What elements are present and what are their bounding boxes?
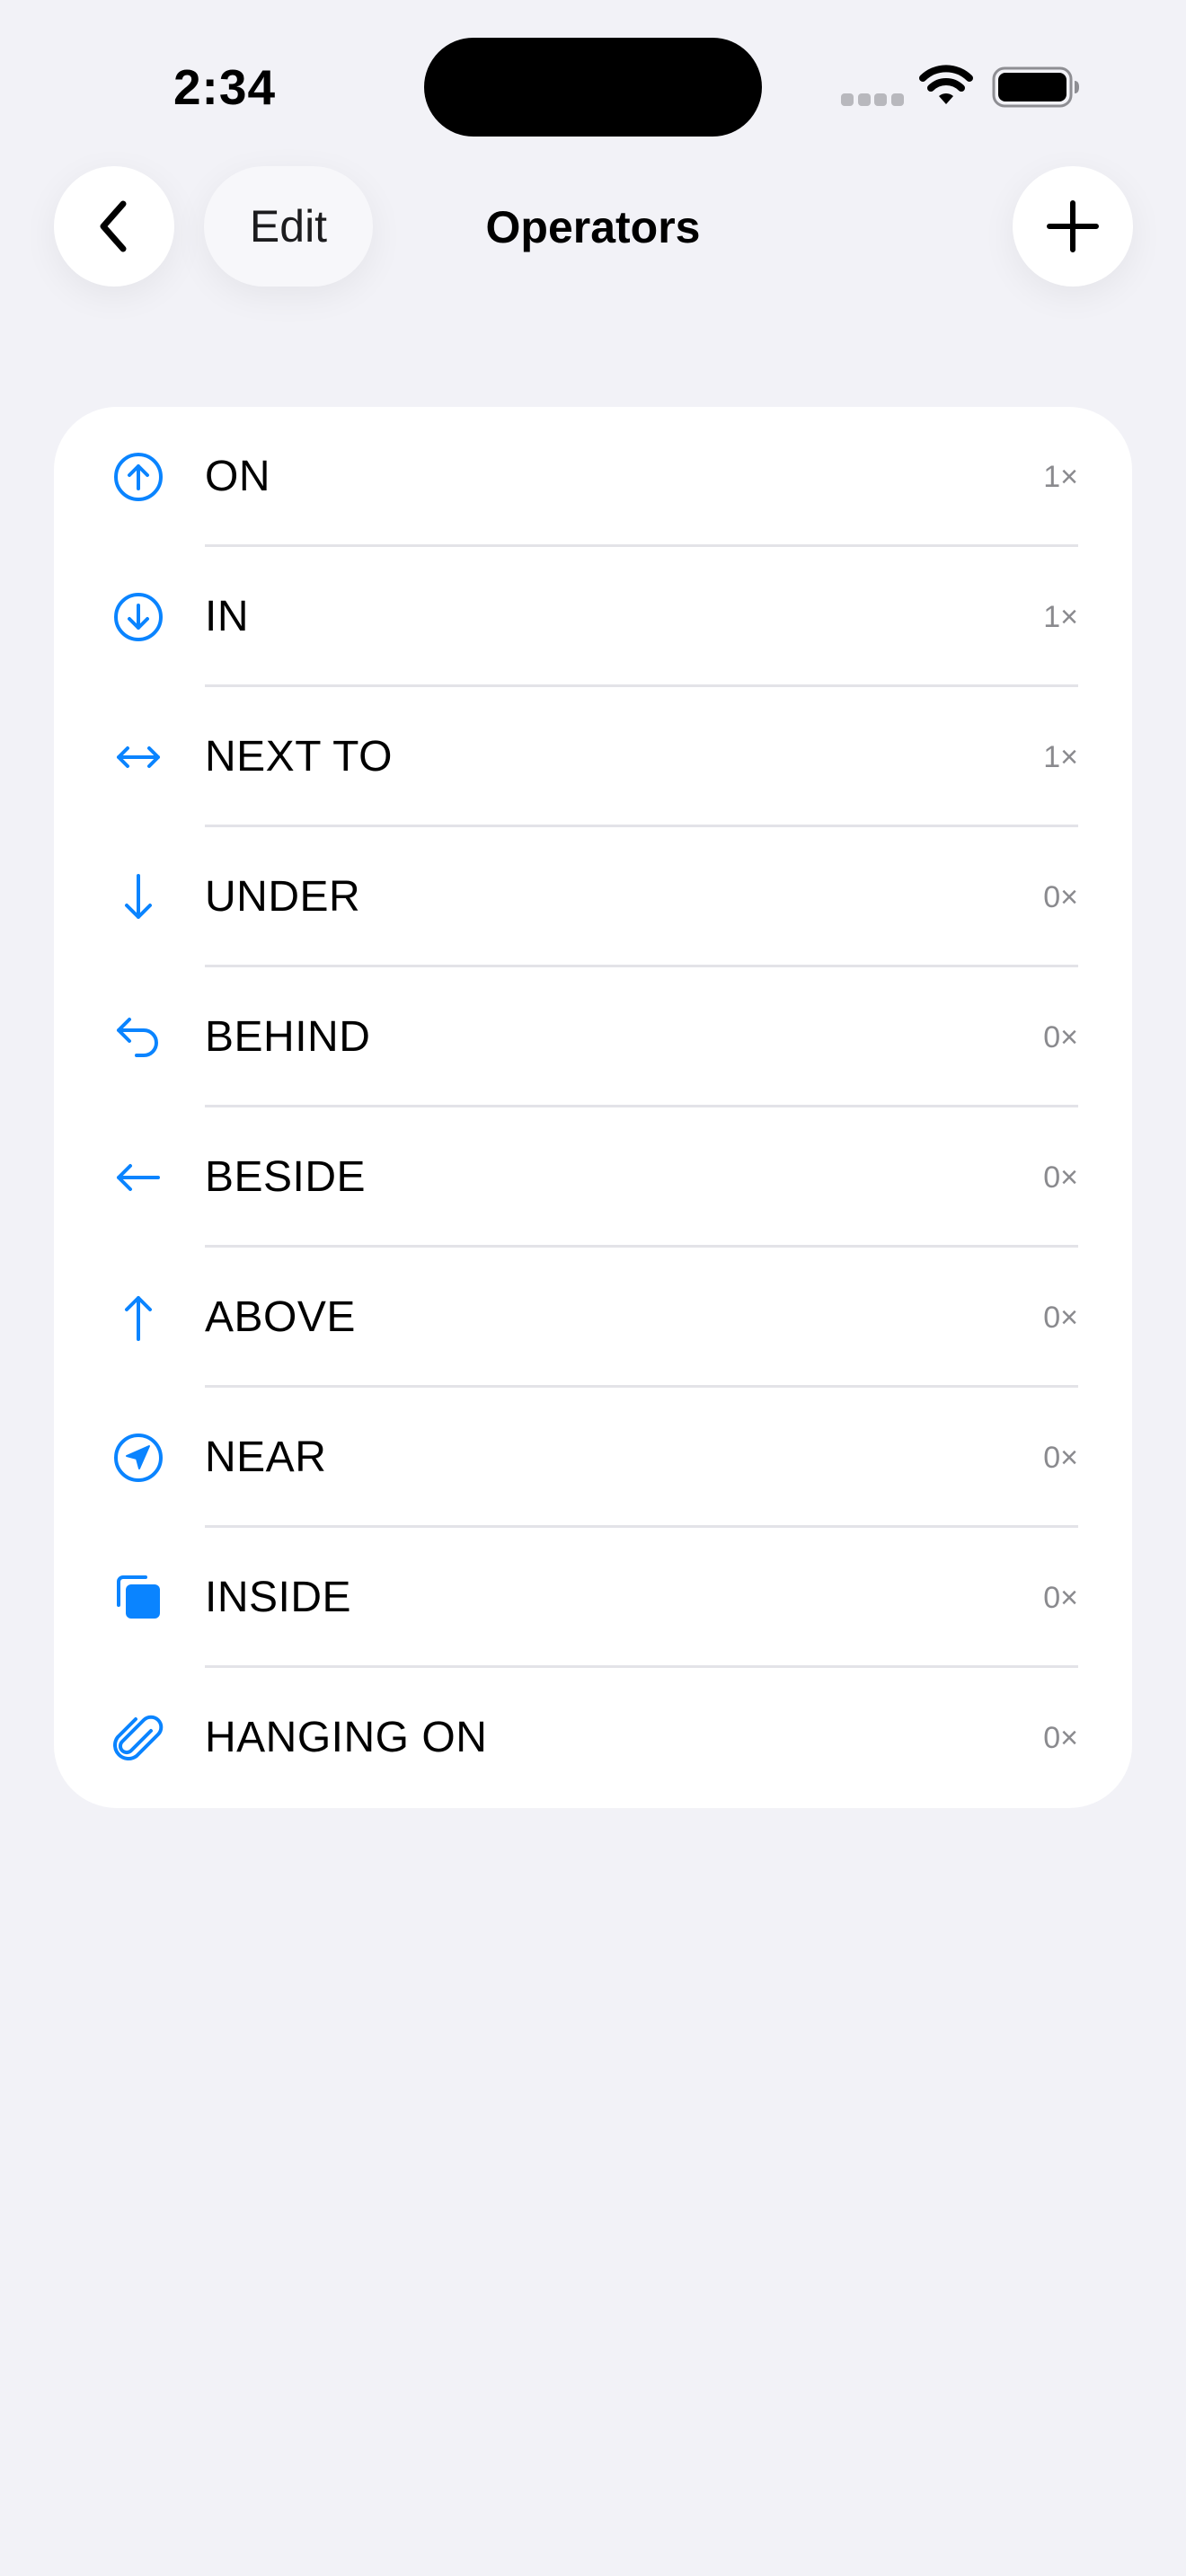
operator-count: 1× [1043,460,1078,494]
list-item[interactable]: BESIDE 0× [54,1107,1132,1248]
operators-list: ON 1× IN 1× NEXT TO 1× UNDER 0× BEHIND 0… [54,407,1132,1808]
list-item[interactable]: ON 1× [54,407,1132,547]
paperclip-icon [111,1711,165,1765]
add-button[interactable] [1013,166,1133,287]
operator-label: NEXT TO [205,733,393,781]
operator-count: 0× [1043,1020,1078,1054]
arrow-left-right-icon [111,730,165,784]
operator-count: 0× [1043,1160,1078,1195]
operator-count: 0× [1043,1721,1078,1755]
arrow-left-icon [111,1151,165,1204]
list-item[interactable]: NEXT TO 1× [54,687,1132,827]
arrow-up-circle-icon [111,450,165,504]
operator-count: 0× [1043,1301,1078,1335]
list-item[interactable]: BEHIND 0× [54,967,1132,1107]
edit-button[interactable]: Edit [204,166,373,287]
operator-count: 0× [1043,1581,1078,1615]
squares-stacked-icon [111,1571,165,1625]
back-button[interactable] [54,166,174,287]
page-title: Operators [485,202,701,252]
operator-label: ON [205,453,270,500]
operator-label: UNDER [205,873,361,921]
status-time: 2:34 [173,59,277,115]
arrow-up-icon [111,1291,165,1345]
list-item[interactable]: UNDER 0× [54,827,1132,967]
plus-icon [1047,200,1099,252]
operator-count: 1× [1043,740,1078,774]
operator-label: NEAR [205,1434,327,1481]
operator-label: ABOVE [205,1293,356,1341]
arrow-uturn-left-icon [111,1010,165,1064]
list-item[interactable]: IN 1× [54,547,1132,687]
list-item[interactable]: NEAR 0× [54,1388,1132,1528]
cellular-signal-icon [841,93,904,106]
wifi-icon [918,63,974,108]
arrow-down-icon [111,870,165,924]
location-circle-icon [111,1431,165,1485]
operator-label: BESIDE [205,1153,367,1201]
operator-label: IN [205,593,249,640]
operator-count: 0× [1043,880,1078,914]
list-item[interactable]: ABOVE 0× [54,1248,1132,1388]
operator-count: 0× [1043,1441,1078,1475]
list-item[interactable]: HANGING ON 0× [54,1668,1132,1808]
operator-count: 1× [1043,600,1078,634]
chevron-left-icon [100,200,127,252]
operator-label: INSIDE [205,1574,352,1621]
operator-label: BEHIND [205,1013,371,1061]
arrow-down-circle-icon [111,590,165,644]
dynamic-island [424,38,762,137]
battery-icon [992,66,1080,108]
operator-label: HANGING ON [205,1714,488,1761]
list-item[interactable]: INSIDE 0× [54,1528,1132,1668]
